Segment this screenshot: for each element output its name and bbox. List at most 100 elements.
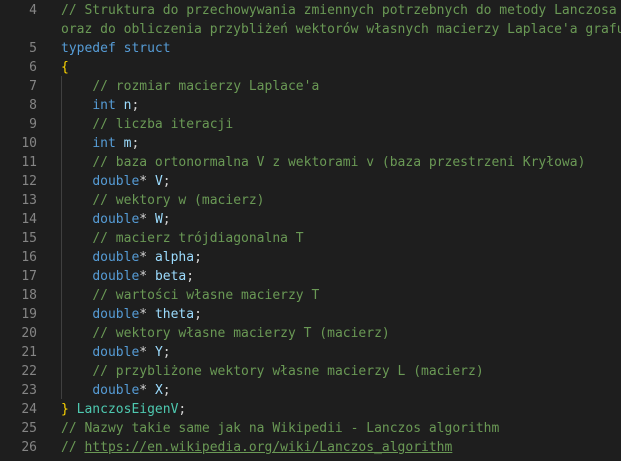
line-code: // przybliżone wektory własne macierzy L… [61, 362, 483, 381]
line-code: // liczba iteracji [61, 115, 233, 134]
code-line[interactable]: oraz do obliczenia przybliżeń wektorów w… [0, 20, 621, 39]
code-line[interactable]: 26 // https://en.wikipedia.org/wiki/Lancz… [0, 438, 621, 457]
code-editor[interactable]: 4 // Struktura do przechowywania zmiennyc… [0, 0, 621, 461]
code-token: oraz do obliczenia przybliżeń wektorów w… [61, 22, 621, 37]
code-line[interactable]: 22 // przybliżone wektory własne macierz… [0, 362, 621, 381]
code-line[interactable]: 18 // wartości własne macierzy T [0, 286, 621, 305]
line-number: 21 [21, 345, 37, 360]
code-token: // wartości własne macierzy T [92, 288, 320, 303]
line-number: 13 [21, 193, 37, 208]
code-token: // wektory własne macierzy T (macierz) [92, 326, 390, 341]
code-token: alpha [154, 250, 195, 265]
code-token: double [92, 212, 140, 227]
line-code: double* theta; [61, 305, 202, 324]
code-token: // rozmiar macierzy Laplace'a [92, 79, 320, 94]
code-token: ; [194, 307, 202, 322]
code-token: X [154, 383, 163, 398]
line-number: 25 [21, 421, 37, 436]
code-token: beta [154, 269, 187, 284]
line-number: 10 [21, 136, 37, 151]
code-line[interactable]: 8 int n; [0, 96, 621, 115]
line-code: // baza ortonormalna V z wektorami v (ba… [61, 153, 585, 172]
line-code: } LanczosEigenV; [61, 400, 186, 419]
line-number: 4 [29, 3, 37, 18]
code-line[interactable]: 4 // Struktura do przechowywania zmiennyc… [0, 1, 621, 20]
code-token: } [61, 402, 69, 417]
code-token: * [139, 307, 155, 322]
code-token: Y [154, 345, 163, 360]
line-number: 20 [21, 326, 37, 341]
line-code: // Struktura do przechowywania zmiennych… [61, 1, 617, 20]
line-code: double* beta; [61, 267, 194, 286]
code-token: * [139, 174, 155, 189]
code-line[interactable]: 23 double* X; [0, 381, 621, 400]
code-line[interactable]: 16 double* alpha; [0, 248, 621, 267]
code-token: ; [162, 174, 171, 189]
code-token: ; [131, 136, 140, 151]
line-code: double* X; [61, 381, 171, 400]
code-link[interactable]: https://en.wikipedia.org/wiki/Lanczos_al… [84, 440, 452, 455]
code-token: struct [123, 41, 171, 56]
code-token: ; [162, 383, 171, 398]
line-code: // https://en.wikipedia.org/wiki/Lanczos… [61, 438, 452, 457]
line-number: 14 [21, 212, 37, 227]
code-token: double [92, 174, 140, 189]
code-token: int [92, 98, 116, 113]
code-line[interactable]: 19 double* theta; [0, 305, 621, 324]
code-token: double [92, 383, 140, 398]
code-token: theta [154, 307, 195, 322]
line-number: 11 [21, 155, 37, 170]
code-line[interactable]: 15 // macierz trójdiagonalna T [0, 229, 621, 248]
code-line[interactable]: 12 double* V; [0, 172, 621, 191]
code-token: ; [194, 250, 202, 265]
line-number: 7 [29, 79, 37, 94]
code-line[interactable]: 7 // rozmiar macierzy Laplace'a [0, 77, 621, 96]
code-line[interactable]: 25 // Nazwy takie same jak na Wikipedii -… [0, 419, 621, 438]
code-line[interactable]: 14 double* W; [0, 210, 621, 229]
code-token: ; [162, 212, 171, 227]
code-token: ; [162, 345, 171, 360]
line-number: 18 [21, 288, 37, 303]
code-token: ; [131, 98, 140, 113]
code-token: int [92, 136, 116, 151]
code-line[interactable]: 20 // wektory własne macierzy T (macierz… [0, 324, 621, 343]
code-token: * [139, 250, 155, 265]
line-number: 5 [29, 41, 37, 56]
code-token: * [139, 383, 155, 398]
code-line[interactable]: 11 // baza ortonormalna V z wektorami v … [0, 153, 621, 172]
line-code: double* alpha; [61, 248, 202, 267]
code-line[interactable]: 17 double* beta; [0, 267, 621, 286]
code-token: V [154, 174, 163, 189]
code-line[interactable]: 6{ [0, 58, 621, 77]
line-number: 12 [21, 174, 37, 189]
code-line[interactable]: 13 // wektory w (macierz) [0, 191, 621, 210]
code-line[interactable]: 21 double* Y; [0, 343, 621, 362]
code-line[interactable]: 5 typedef struct [0, 39, 621, 58]
line-number: 24 [21, 402, 37, 417]
line-code: // wektory własne macierzy T (macierz) [61, 324, 390, 343]
code-line[interactable]: 10 int m; [0, 134, 621, 153]
code-line[interactable]: 9 // liczba iteracji [0, 115, 621, 134]
line-code: oraz do obliczenia przybliżeń wektorów w… [61, 20, 621, 39]
code-line[interactable]: 24 } LanczosEigenV; [0, 400, 621, 419]
code-token: double [92, 307, 140, 322]
code-token: * [139, 345, 155, 360]
code-token: typedef [61, 41, 116, 56]
line-code: { [61, 58, 69, 77]
line-code: double* W; [61, 210, 171, 229]
code-token: * [139, 212, 155, 227]
